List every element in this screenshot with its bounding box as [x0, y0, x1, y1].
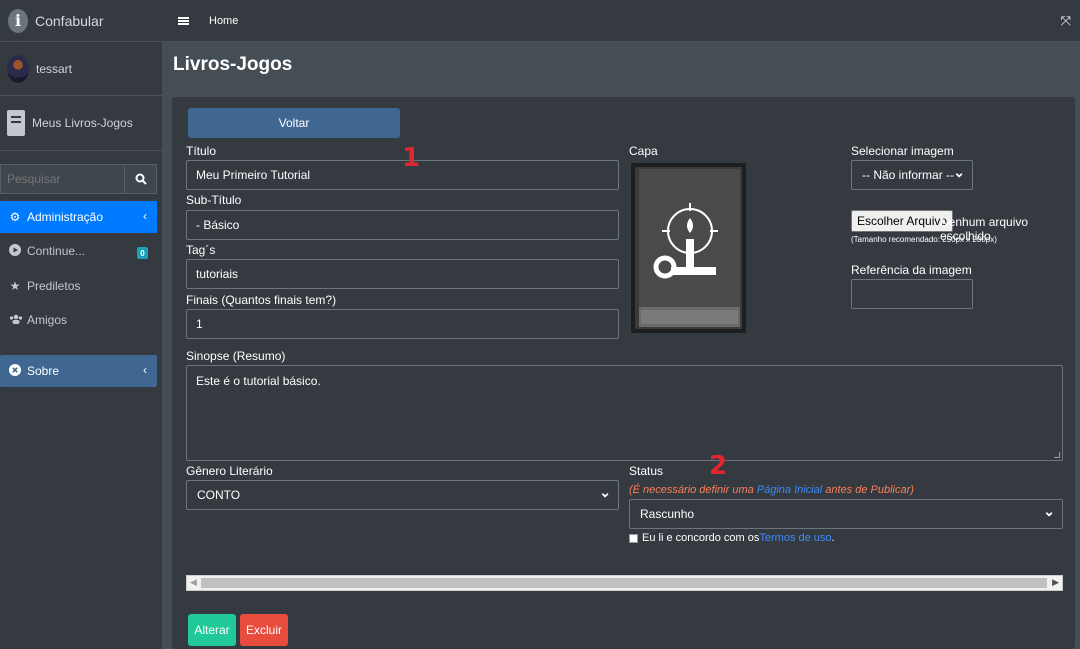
- sidebar-item-administracao[interactable]: ⚙ Administração ‹: [0, 201, 157, 233]
- status-dropdown[interactable]: Rascunho: [629, 499, 1063, 529]
- continue-count-badge: 0: [137, 247, 148, 259]
- search-icon: [135, 173, 147, 185]
- chevron-left-icon: ‹: [143, 363, 147, 377]
- image-reference-label: Referência da imagem: [851, 263, 972, 277]
- scroll-right-icon[interactable]: ▶: [1052, 577, 1059, 588]
- terms-checkbox[interactable]: [629, 533, 638, 543]
- endings-input[interactable]: 1: [186, 309, 619, 339]
- annotation-marker-2: 2: [709, 451, 728, 481]
- search-button[interactable]: [125, 164, 157, 194]
- fullscreen-icon[interactable]: ⤧: [1061, 13, 1071, 29]
- sidebar-item-label: Amigos: [27, 313, 68, 327]
- tags-label: Tag´s: [186, 243, 216, 257]
- menu-toggle-icon[interactable]: [178, 16, 189, 25]
- sidebar-item-label: Prediletos: [27, 279, 81, 293]
- sidebar-item-amigos[interactable]: Amigos: [0, 304, 157, 336]
- star-icon: ★: [9, 279, 21, 293]
- annotation-marker-1: 1: [402, 143, 421, 173]
- synopsis-label: Sinopse (Resumo): [186, 349, 286, 363]
- avatar: [7, 54, 29, 83]
- page-title: Livros-Jogos: [173, 54, 293, 75]
- file-size-hint: (Tamanho recomendado: 250px x 200px): [851, 235, 997, 244]
- top-navbar: Home ⤧: [162, 0, 1080, 42]
- terms-prefix: Eu li e concordo com os: [642, 532, 760, 544]
- select-image-value: -- Não informar --: [862, 168, 955, 182]
- terms-agreement: Eu li e concordo com os Termos de uso .: [629, 532, 835, 544]
- title-label: Título: [186, 144, 217, 158]
- sidebar-item-continue[interactable]: Continue... 0: [0, 235, 157, 267]
- status-value: Rascunho: [640, 507, 695, 521]
- synopsis-text: Este é o tutorial básico.: [196, 374, 321, 388]
- save-button[interactable]: Alterar: [188, 614, 236, 646]
- sidebar-item-prediletos[interactable]: ★ Prediletos: [0, 270, 157, 302]
- book-cover-image: [631, 163, 746, 333]
- choose-file-button[interactable]: Escolher Arquivo: [851, 210, 954, 232]
- book-icon: [7, 110, 25, 136]
- endings-label: Finais (Quantos finais tem?): [186, 293, 337, 307]
- select-image-dropdown[interactable]: -- Não informar --: [851, 160, 973, 190]
- sidebar-item-label: Continue...: [27, 244, 86, 258]
- play-circle-icon: [9, 243, 21, 259]
- my-books-link[interactable]: Meus Livros-Jogos: [0, 96, 162, 151]
- times-circle-icon: [9, 363, 21, 379]
- resize-grip-icon[interactable]: [1054, 452, 1060, 458]
- gear-icon: ⚙: [9, 210, 21, 224]
- image-reference-input[interactable]: [851, 279, 973, 309]
- delete-button[interactable]: Excluir: [240, 614, 288, 646]
- subtitle-label: Sub-Título: [186, 193, 242, 207]
- tags-input[interactable]: tutoriais: [186, 259, 619, 289]
- synopsis-textarea[interactable]: Este é o tutorial básico.: [186, 365, 1063, 461]
- genre-label: Gênero Literário: [186, 464, 273, 478]
- search-input[interactable]: [0, 164, 125, 194]
- genre-dropdown[interactable]: CONTO: [186, 480, 619, 510]
- sidebar-item-label: Administração: [27, 210, 104, 224]
- scroll-left-icon[interactable]: ◀: [190, 577, 197, 588]
- chevron-left-icon: ‹: [143, 209, 147, 223]
- my-books-label: Meus Livros-Jogos: [32, 116, 133, 130]
- horizontal-scrollbar[interactable]: ◀ ▶: [186, 575, 1063, 591]
- home-page-link[interactable]: Página Inicial: [757, 484, 822, 496]
- users-icon: [9, 313, 23, 327]
- brand-link[interactable]: i Confabular: [0, 0, 162, 42]
- brand-name: Confabular: [35, 12, 104, 29]
- scroll-thumb[interactable]: [201, 578, 1047, 588]
- user-panel[interactable]: tessart: [0, 42, 162, 96]
- sidebar: i Confabular tessart Meus Livros-Jogos ⚙…: [0, 0, 162, 649]
- cover-label: Capa: [629, 144, 658, 158]
- status-note-suffix: antes de Publicar): [822, 484, 914, 496]
- user-name: tessart: [36, 61, 73, 76]
- home-link[interactable]: Home: [209, 15, 238, 27]
- sidebar-item-label: Sobre: [27, 364, 60, 378]
- sidebar-search: [0, 164, 157, 194]
- brand-logo-icon: i: [8, 8, 28, 33]
- genre-value: CONTO: [197, 488, 241, 502]
- status-note-prefix: (É necessário definir uma: [629, 484, 757, 496]
- status-note: (É necessário definir uma Página Inicial…: [629, 484, 914, 496]
- subtitle-input[interactable]: - Básico: [186, 210, 619, 240]
- sidebar-item-sobre[interactable]: Sobre ‹: [0, 355, 157, 387]
- terms-suffix: .: [831, 532, 835, 544]
- status-label: Status: [629, 464, 664, 478]
- select-image-label: Selecionar imagem: [851, 144, 954, 158]
- back-button[interactable]: Voltar: [188, 108, 400, 138]
- terms-link[interactable]: Termos de uso: [759, 532, 831, 544]
